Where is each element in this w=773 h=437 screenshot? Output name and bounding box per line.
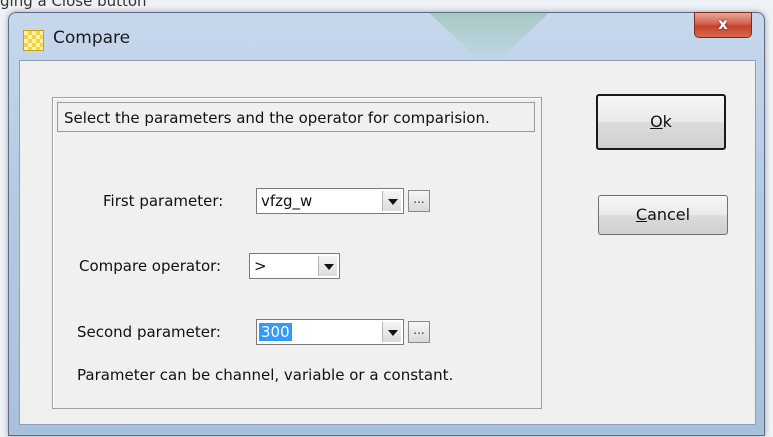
title-bar[interactable]: Compare x <box>9 12 764 63</box>
second-parameter-value[interactable]: 300 <box>259 323 292 341</box>
cancel-button[interactable]: Cancel <box>598 195 728 235</box>
cancel-mnemonic: C <box>635 205 648 224</box>
parameters-group: Select the parameters and the operator f… <box>52 97 542 409</box>
second-parameter-combo[interactable]: 300 <box>256 319 404 345</box>
app-icon <box>23 30 44 51</box>
window-title: Compare <box>53 28 131 48</box>
footnote-text: Parameter can be channel, variable or a … <box>77 366 454 384</box>
chevron-down-icon[interactable] <box>318 256 337 276</box>
chevron-down-icon[interactable] <box>382 322 401 342</box>
second-parameter-browse-button[interactable]: ... <box>408 321 430 343</box>
compare-operator-label: Compare operator: <box>79 257 222 275</box>
first-parameter-label: First parameter: <box>103 192 224 210</box>
compare-operator-combo[interactable]: > <box>249 253 340 279</box>
instruction-text: Select the parameters and the operator f… <box>57 102 535 132</box>
dialog-client-area: Select the parameters and the operator f… <box>19 60 756 425</box>
close-button[interactable]: x <box>694 12 752 38</box>
second-parameter-label: Second parameter: <box>77 323 221 341</box>
first-parameter-browse-button[interactable]: ... <box>408 190 430 212</box>
first-parameter-combo[interactable]: vfzg_w <box>256 188 404 214</box>
first-parameter-value: vfzg_w <box>261 192 313 210</box>
title-glow-decoration <box>429 13 549 63</box>
ok-button[interactable]: Ok <box>596 94 726 150</box>
cancel-label: ancel <box>647 205 691 224</box>
compare-operator-value: > <box>254 257 267 275</box>
ok-label: k <box>662 112 672 131</box>
compare-dialog: Compare x Select the parameters and the … <box>8 12 765 436</box>
chevron-down-icon[interactable] <box>382 191 401 211</box>
ok-mnemonic: O <box>650 112 663 131</box>
background-text: ging a Close button <box>0 0 147 10</box>
